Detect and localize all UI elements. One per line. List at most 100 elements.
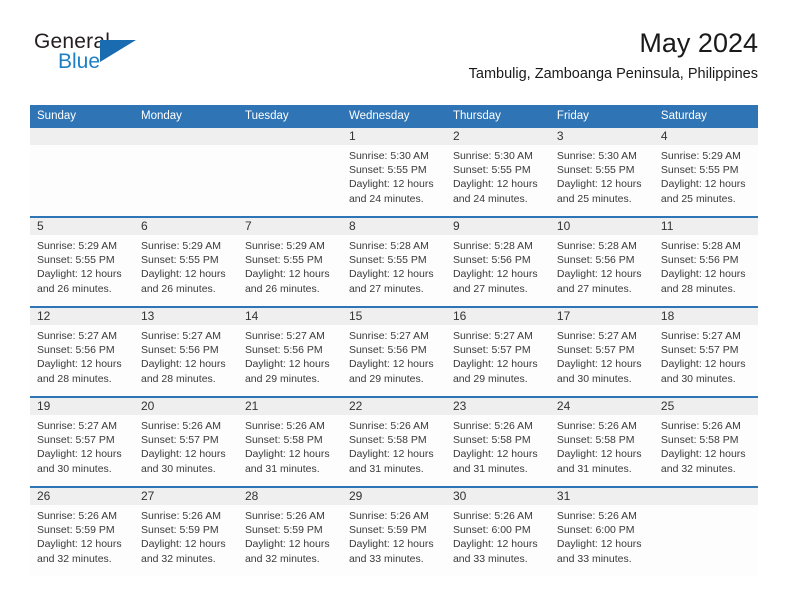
sunrise-text: Sunrise: 5:26 AM (660, 420, 741, 432)
sunrise-text: Sunrise: 5:27 AM (140, 330, 221, 342)
sunrise-text: Sunrise: 5:29 AM (660, 150, 741, 162)
calendar-day-cell[interactable]: 7 Sunrise: 5:29 AM Sunset: 5:55 PM Daylight… (237, 216, 342, 307)
day-number: 5 (30, 218, 134, 235)
calendar-day-cell[interactable]: 10 Sunrise: 5:28 AM Sunset: 5:56 PM Dayligh… (549, 216, 654, 307)
calendar-day-cell[interactable]: 13 Sunrise: 5:27 AM Sunset: 5:56 PM Dayligh… (133, 306, 238, 397)
calendar-day-cell[interactable]: 14 Sunrise: 5:27 AM Sunset: 5:56 PM Dayligh… (237, 306, 342, 397)
calendar-day-cell[interactable]: 20 Sunrise: 5:26 AM Sunset: 5:57 PM Dayligh… (133, 396, 238, 487)
sunrise-text: Sunrise: 5:27 AM (452, 330, 533, 342)
daylight-text-line1: Daylight: 12 hours (348, 268, 434, 281)
sunset-text: Sunset: 5:59 PM (37, 524, 115, 537)
sunset-text: Sunset: 5:55 PM (244, 254, 323, 267)
daylight-text-line1: Daylight: 12 hours (556, 178, 642, 191)
calendar-day-cell[interactable]: 6 Sunrise: 5:29 AM Sunset: 5:55 PM Daylight… (133, 216, 238, 307)
day-number: 25 (653, 398, 758, 415)
daylight-text-line2: and 30 minutes. (556, 372, 632, 385)
day-number: 31 (549, 488, 654, 505)
calendar-day-cell[interactable]: 2 Sunrise: 5:30 AM Sunset: 5:55 PM Daylight… (445, 128, 550, 217)
day-details: Sunrise: 5:29 AM Sunset: 5:55 PM Daylight:… (238, 235, 342, 296)
day-number: 4 (653, 128, 758, 145)
daylight-text-line2: and 32 minutes. (37, 552, 112, 565)
daylight-text-line2: and 28 minutes. (37, 372, 112, 385)
day-number: 21 (237, 398, 342, 415)
daylight-text-line2: and 28 minutes. (140, 372, 216, 385)
calendar-day-cell[interactable]: 18 Sunrise: 5:27 AM Sunset: 5:57 PM Dayligh… (653, 306, 758, 397)
day-details: Sunrise: 5:26 AM Sunset: 6:00 PM Daylight:… (446, 505, 550, 566)
calendar-day-cell[interactable]: 30 Sunrise: 5:26 AM Sunset: 6:00 PM Dayligh… (445, 486, 550, 576)
calendar-day-cell[interactable]: 8 Sunrise: 5:28 AM Sunset: 5:55 PM Daylight… (341, 216, 446, 307)
daylight-text-line1: Daylight: 12 hours (140, 448, 226, 461)
daylight-text-line2: and 33 minutes. (452, 552, 528, 565)
daylight-text-line2: and 30 minutes. (37, 462, 112, 475)
daylight-text-line2: and 27 minutes. (556, 282, 632, 295)
calendar-day-cell[interactable]: 25 Sunrise: 5:26 AM Sunset: 5:58 PM Dayligh… (653, 396, 758, 487)
sunrise-text: Sunrise: 5:29 AM (140, 240, 221, 252)
calendar-day-cell[interactable]: 19 Sunrise: 5:27 AM Sunset: 5:57 PM Dayligh… (30, 396, 134, 487)
day-number: 15 (341, 308, 446, 325)
daylight-text-line2: and 26 minutes. (37, 282, 112, 295)
day-number: 19 (30, 398, 134, 415)
calendar-day-cell[interactable]: 27 Sunrise: 5:26 AM Sunset: 5:59 PM Dayligh… (133, 486, 238, 576)
calendar-day-cell[interactable]: 3 Sunrise: 5:30 AM Sunset: 5:55 PM Daylight… (549, 128, 654, 217)
weekday-header-tuesday: Tuesday (237, 105, 342, 128)
daylight-text-line2: and 27 minutes. (452, 282, 528, 295)
daylight-text-line2: and 25 minutes. (660, 192, 736, 205)
sunrise-text: Sunrise: 5:26 AM (140, 420, 221, 432)
calendar-day-cell[interactable]: 16 Sunrise: 5:27 AM Sunset: 5:57 PM Dayligh… (445, 306, 550, 397)
general-blue-logo[interactable]: General Blue (34, 30, 164, 82)
day-number: 1 (341, 128, 446, 145)
sunrise-text: Sunrise: 5:26 AM (37, 510, 117, 522)
sunrise-text: Sunrise: 5:26 AM (244, 510, 325, 522)
daylight-text-line1: Daylight: 12 hours (556, 358, 642, 371)
day-details: Sunrise: 5:28 AM Sunset: 5:55 PM Daylight:… (342, 235, 446, 296)
day-number: 6 (133, 218, 238, 235)
daylight-text-line1: Daylight: 12 hours (37, 538, 122, 551)
calendar-day-cell[interactable]: 17 Sunrise: 5:27 AM Sunset: 5:57 PM Dayligh… (549, 306, 654, 397)
day-number: 27 (133, 488, 238, 505)
daylight-text-line1: Daylight: 12 hours (348, 358, 434, 371)
sunset-text: Sunset: 5:59 PM (244, 524, 323, 537)
calendar-day-cell[interactable]: 31 Sunrise: 5:26 AM Sunset: 6:00 PM Dayligh… (549, 486, 654, 576)
day-number (653, 488, 758, 505)
calendar-day-cell[interactable]: 5 Sunrise: 5:29 AM Sunset: 5:55 PM Daylight… (30, 216, 134, 307)
daylight-text-line2: and 32 minutes. (660, 462, 736, 475)
calendar-day-cell[interactable]: 24 Sunrise: 5:26 AM Sunset: 5:58 PM Dayligh… (549, 396, 654, 487)
calendar-day-cell[interactable]: 9 Sunrise: 5:28 AM Sunset: 5:56 PM Daylight… (445, 216, 550, 307)
calendar-day-cell[interactable]: 28 Sunrise: 5:26 AM Sunset: 5:59 PM Dayligh… (237, 486, 342, 576)
sunrise-text: Sunrise: 5:26 AM (452, 420, 533, 432)
day-number (133, 128, 238, 145)
sunset-text: Sunset: 5:55 PM (37, 254, 115, 267)
calendar-day-cell[interactable]: 23 Sunrise: 5:26 AM Sunset: 5:58 PM Dayligh… (445, 396, 550, 487)
day-number: 16 (445, 308, 550, 325)
sunset-text: Sunset: 5:57 PM (556, 344, 635, 357)
calendar-day-cell[interactable]: 15 Sunrise: 5:27 AM Sunset: 5:56 PM Dayligh… (341, 306, 446, 397)
calendar-day-cell[interactable]: 29 Sunrise: 5:26 AM Sunset: 5:59 PM Dayligh… (341, 486, 446, 576)
day-details: Sunrise: 5:27 AM Sunset: 5:57 PM Daylight:… (446, 325, 550, 386)
day-details: Sunrise: 5:29 AM Sunset: 5:55 PM Daylight:… (134, 235, 238, 296)
sunset-text: Sunset: 5:58 PM (556, 434, 635, 447)
daylight-text-line2: and 28 minutes. (660, 282, 736, 295)
daylight-text-line1: Daylight: 12 hours (660, 268, 746, 281)
calendar-day-cell[interactable]: 26 Sunrise: 5:26 AM Sunset: 5:59 PM Dayligh… (30, 486, 134, 576)
weekday-header-wednesday: Wednesday (341, 105, 446, 128)
sunset-text: Sunset: 5:56 PM (140, 344, 219, 357)
sunset-text: Sunset: 5:57 PM (140, 434, 219, 447)
calendar-week-row: 12 Sunrise: 5:27 AM Sunset: 5:56 PM Dayligh… (30, 306, 758, 397)
daylight-text-line2: and 32 minutes. (140, 552, 216, 565)
page-header: General Blue May 2024 Tambulig, Zamboang… (34, 26, 758, 98)
weekday-header-saturday: Saturday (653, 105, 758, 128)
calendar-day-cell[interactable]: 22 Sunrise: 5:26 AM Sunset: 5:58 PM Dayligh… (341, 396, 446, 487)
calendar-day-cell[interactable]: 11 Sunrise: 5:28 AM Sunset: 5:56 PM Dayligh… (653, 216, 758, 307)
day-details: Sunrise: 5:26 AM Sunset: 5:58 PM Daylight:… (238, 415, 342, 476)
calendar-day-cell[interactable]: 12 Sunrise: 5:27 AM Sunset: 5:56 PM Dayligh… (30, 306, 134, 397)
sunrise-sunset-calendar: Sunday Monday Tuesday Wednesday Thursday… (30, 105, 758, 576)
calendar-day-cell[interactable]: 4 Sunrise: 5:29 AM Sunset: 5:55 PM Daylight… (653, 128, 758, 217)
calendar-cell-empty (653, 486, 758, 576)
location-subtitle: Tambulig, Zamboanga Peninsula, Philippin… (468, 66, 758, 82)
sunset-text: Sunset: 5:55 PM (660, 164, 739, 177)
logo-text-blue: Blue (58, 50, 101, 73)
daylight-text-line2: and 27 minutes. (348, 282, 424, 295)
sunrise-text: Sunrise: 5:26 AM (556, 510, 637, 522)
calendar-day-cell[interactable]: 1 Sunrise: 5:30 AM Sunset: 5:55 PM Daylight… (341, 128, 446, 217)
calendar-day-cell[interactable]: 21 Sunrise: 5:26 AM Sunset: 5:58 PM Dayligh… (237, 396, 342, 487)
